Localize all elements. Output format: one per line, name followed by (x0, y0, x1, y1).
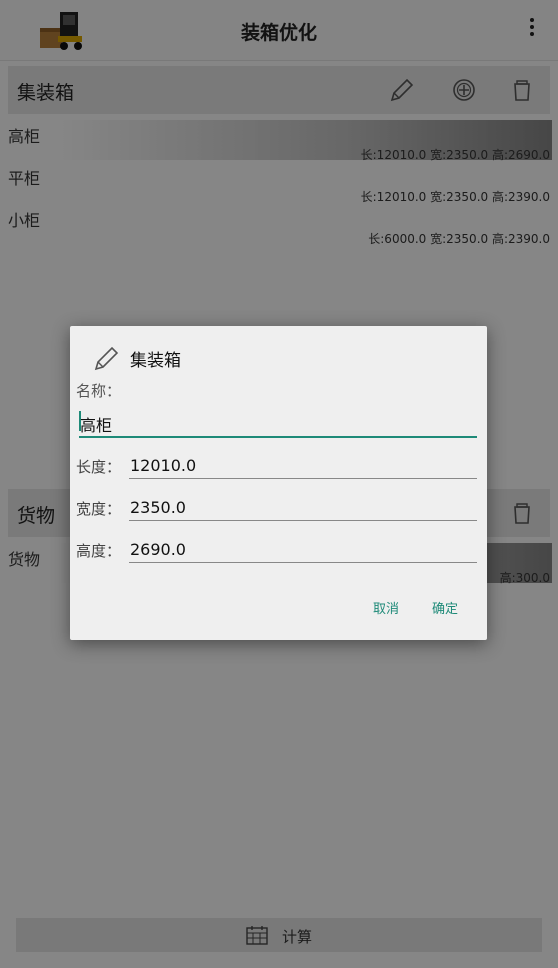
length-input[interactable]: 12010.0 (129, 452, 477, 479)
name-label: 名称： (76, 382, 122, 400)
name-input-value: 高柜 (80, 416, 113, 435)
height-label: 高度： (76, 542, 122, 560)
height-input[interactable]: 2690.0 (129, 536, 477, 563)
length-label: 长度： (76, 458, 122, 476)
edit-pencil-icon (94, 346, 119, 371)
width-input[interactable]: 2350.0 (129, 494, 477, 521)
width-label: 宽度： (76, 500, 122, 518)
ok-button[interactable]: 确定 (432, 598, 458, 617)
name-input[interactable]: 高柜 (79, 406, 477, 438)
dialog-title: 集装箱 (130, 351, 181, 371)
height-input-value: 2690.0 (130, 540, 186, 559)
cancel-button[interactable]: 取消 (373, 598, 399, 617)
length-input-value: 12010.0 (130, 456, 197, 475)
width-input-value: 2350.0 (130, 498, 186, 517)
container-edit-dialog: 集装箱 名称： 高柜 长度： 12010.0 宽度： 2350.0 高度： 26… (70, 326, 487, 640)
